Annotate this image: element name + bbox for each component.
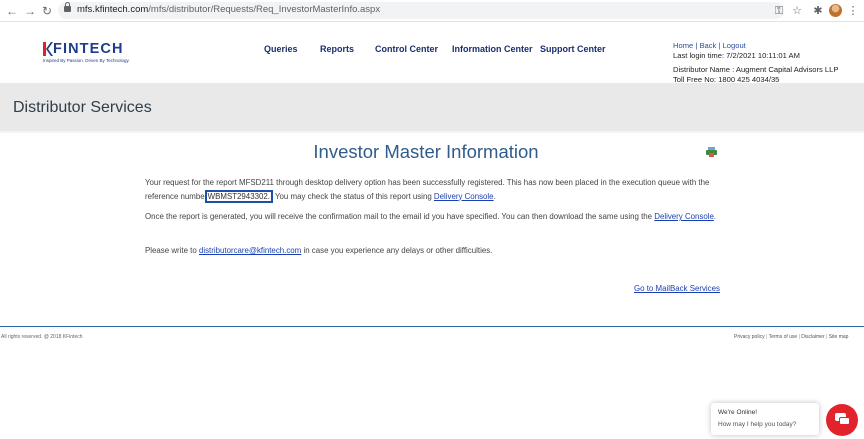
- page-title: Investor Master Information: [313, 141, 539, 162]
- menu-reports[interactable]: Reports: [320, 44, 354, 54]
- star-icon[interactable]: ☆: [790, 3, 804, 19]
- lock-icon[interactable]: [64, 2, 71, 12]
- contact-message: Please write to distributorcare@kfintech…: [145, 245, 721, 258]
- reload-icon[interactable]: ↻: [40, 3, 54, 19]
- delivery-console-link-2[interactable]: Delivery Console: [654, 212, 714, 221]
- print-icon[interactable]: [706, 147, 717, 157]
- message-text: .: [493, 191, 496, 201]
- back-icon[interactable]: ←: [5, 3, 19, 19]
- privacy-policy-link[interactable]: Privacy policy: [734, 334, 765, 340]
- top-links: Home | Back | Logout: [673, 41, 838, 51]
- message-text: in case you experience any delays or oth…: [301, 246, 493, 255]
- url-path: /mfs/distributor/Requests/Req_InvestorMa…: [148, 4, 381, 15]
- chat-prompt: How may I help you today?: [718, 421, 797, 428]
- last-login-time: Last login time: 7/2/2021 10:11:01 AM: [673, 51, 800, 60]
- page-banner: Distributor Services: [0, 83, 864, 131]
- chat-prompt-bubble[interactable]: We're Online! How may I help you today?: [711, 403, 819, 435]
- site-map-link[interactable]: Site map: [829, 334, 849, 340]
- message-text: Once the report is generated, you will r…: [145, 212, 655, 221]
- banner-title: Distributor Services: [13, 99, 152, 116]
- url-host: mfs.kfintech.com: [77, 4, 149, 15]
- message-text: .: [713, 212, 717, 221]
- chat-status: We're Online!: [718, 409, 758, 416]
- terms-of-use-link[interactable]: Terms of use: [769, 334, 798, 340]
- menu-control-center[interactable]: Control Center: [375, 44, 438, 54]
- user-info-panel: Home | Back | Logout Last login time: 7/…: [673, 41, 838, 85]
- logo-wordmark: FINTECH: [53, 41, 124, 57]
- more-icon[interactable]: ⋮: [846, 3, 860, 19]
- browser-toolbar: ← → ↻ mfs.kfintech.com/mfs/distributor/R…: [0, 0, 864, 22]
- download-instructions: Once the report is generated, you will r…: [145, 211, 721, 224]
- chat-open-button[interactable]: [826, 404, 858, 436]
- footer-links: Privacy policy | Terms of use | Disclaim…: [734, 334, 848, 340]
- kfintech-logo[interactable]: FINTECH Inspired By Passion. Driven By T…: [42, 41, 132, 66]
- delivery-console-link[interactable]: Delivery Console: [434, 192, 494, 201]
- reference-number: WBMST2943302.: [204, 189, 273, 203]
- copyright-text: All rights reserved. @ 2018 KFintech: [1, 334, 83, 340]
- disclaimer-link[interactable]: Disclaimer: [801, 334, 824, 340]
- support-email-link[interactable]: distributorcare@kfintech.com: [199, 246, 301, 255]
- address-url[interactable]: mfs.kfintech.com/mfs/distributor/Request…: [77, 4, 380, 15]
- home-link[interactable]: Home: [673, 41, 693, 50]
- extensions-icon[interactable]: ✱: [811, 3, 825, 19]
- back-link[interactable]: Back: [699, 41, 716, 50]
- chat-bubbles-icon-back: [839, 417, 850, 425]
- logo-tagline: Inspired By Passion. Driven By Technolog…: [43, 58, 130, 63]
- menu-information-center[interactable]: Information Center: [452, 44, 533, 54]
- footer-divider: [0, 326, 864, 327]
- logout-link[interactable]: Logout: [723, 41, 746, 50]
- mailback-services-link[interactable]: Go to MailBack Services: [634, 284, 720, 293]
- key-icon[interactable]: ⚿: [772, 3, 786, 19]
- forward-icon[interactable]: →: [23, 3, 37, 19]
- menu-support-center[interactable]: Support Center: [540, 44, 606, 54]
- menu-queries[interactable]: Queries: [264, 44, 298, 54]
- message-text: Please write to: [145, 246, 199, 255]
- distributor-name: Distributor Name : Augment Capital Advis…: [673, 65, 839, 74]
- profile-avatar[interactable]: [829, 4, 842, 17]
- confirmation-message: Your request for the report MFSD211 thro…: [145, 177, 721, 203]
- message-text: You may check the status of this report …: [272, 191, 434, 201]
- banner-divider: [0, 131, 864, 133]
